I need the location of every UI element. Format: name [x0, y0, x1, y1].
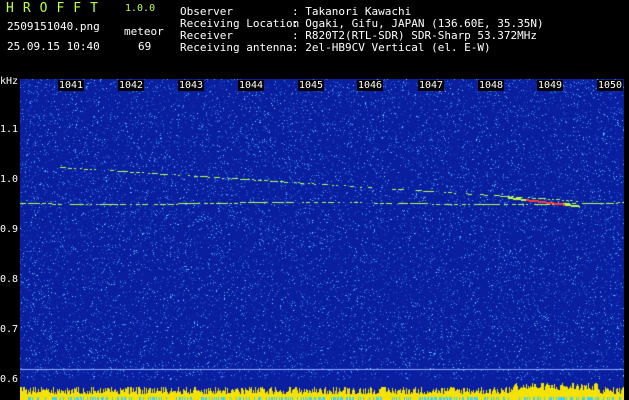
freq-tick: 0.9 — [0, 224, 19, 235]
antenna-value: : 2el-HB9CV Vertical (el. E-W) — [292, 41, 491, 54]
spectrogram-canvas — [20, 79, 624, 400]
time-tick: 1044 — [238, 80, 265, 91]
time-tick: 1045 — [298, 80, 325, 91]
datetime-label: 25.09.15 10:40 — [7, 40, 100, 53]
time-tick: 1047 — [418, 80, 445, 91]
freq-tick: 0.6 — [0, 374, 19, 385]
freq-tick: 1.0 — [0, 174, 19, 185]
count-label: 69 — [138, 40, 152, 53]
time-tick: 1049 — [537, 80, 564, 91]
freq-unit-label: kHz — [0, 76, 19, 87]
category-label: meteor — [124, 25, 164, 38]
time-tick: 1046 — [357, 80, 384, 91]
time-tick: 1042 — [118, 80, 145, 91]
antenna-label: Receiving antenna — [180, 41, 293, 54]
time-tick: 1043 — [178, 80, 205, 91]
freq-tick: 0.7 — [0, 324, 19, 335]
time-tick: 1050 — [597, 80, 624, 91]
freq-tick: 0.8 — [0, 274, 19, 285]
version-label: 1.0.0 — [125, 3, 156, 14]
app-logo: HROFFT — [6, 1, 107, 16]
time-tick: 1048 — [478, 80, 505, 91]
filename-label: 2509151040.png — [7, 20, 100, 33]
time-tick: 1041 — [58, 80, 85, 91]
freq-tick: 1.1 — [0, 124, 19, 135]
